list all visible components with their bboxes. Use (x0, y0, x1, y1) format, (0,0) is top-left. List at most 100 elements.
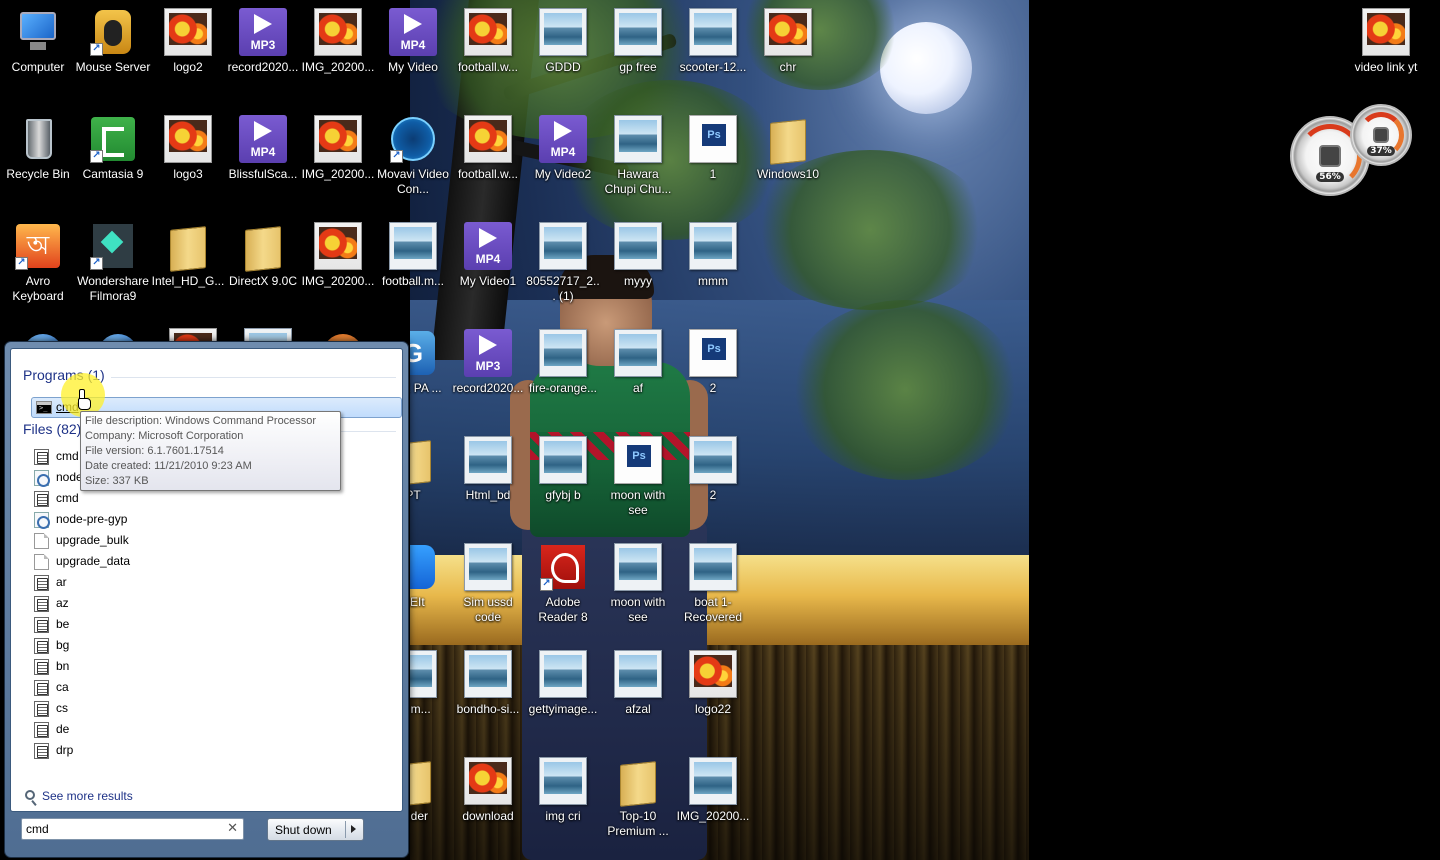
desktop-icon-label: IMG_20200... (301, 274, 375, 288)
file-result-item[interactable]: ca (34, 678, 364, 698)
shut-down-options-arrow-icon[interactable] (351, 825, 356, 833)
desktop-icon[interactable]: gettyimage... (525, 642, 601, 717)
desktop-icon[interactable]: myyy (600, 214, 676, 289)
desktop-icon[interactable]: bondho-si... (450, 642, 526, 717)
desktop-icon[interactable]: football.w... (450, 107, 526, 182)
desktop-icon[interactable]: MP4 BlissfulSca... (225, 107, 301, 182)
config-file-icon (34, 470, 50, 487)
file-result-item[interactable]: bn (34, 657, 364, 677)
file-result-item[interactable]: drp (34, 741, 364, 761)
computer-icon (14, 8, 62, 56)
folder-icon (239, 222, 287, 272)
desktop-icon[interactable]: MP4 My Video1 (450, 214, 526, 289)
desktop-icon-label: mmm (698, 274, 728, 288)
desktop-icon[interactable]: IMG_20200... (300, 0, 376, 75)
desktop-icon[interactable]: Ps 1 (675, 107, 751, 182)
desktop-icon[interactable]: 80552717_2... (1) (525, 214, 601, 304)
desktop-icon-partial[interactable] (5, 320, 81, 342)
desktop-icon[interactable]: MP3 record2020... (225, 0, 301, 75)
desktop-icon[interactable]: Sim ussd code (450, 535, 526, 625)
desktop-icon[interactable]: ↗ Movavi Video Con... (375, 107, 451, 197)
desktop-icon[interactable]: IMG_20200... (675, 749, 751, 824)
file-result-item[interactable]: bg (34, 636, 364, 656)
file-result-item[interactable]: ar (34, 573, 364, 593)
desktop-icon[interactable]: MP4 My Video2 (525, 107, 601, 182)
desktop-icon-partial[interactable] (305, 320, 381, 342)
desktop-icon[interactable]: MP3 record2020... (450, 321, 526, 396)
desktop-icon-label: Recycle Bin (6, 167, 70, 181)
desktop-icon-label: IMG_20200... (301, 60, 375, 74)
desktop-icon-label: chr (779, 60, 797, 74)
shut-down-button[interactable]: Shut down (267, 818, 364, 841)
desktop-icon[interactable]: অ ↗ Avro Keyboard (0, 214, 76, 304)
file-result-item[interactable]: cs (34, 699, 364, 719)
desktop-icon[interactable]: football.w... (450, 0, 526, 75)
desktop-icon-partial[interactable] (155, 320, 231, 342)
see-more-results-link[interactable]: See more results (25, 789, 133, 803)
desktop-icon[interactable]: IMG_20200... (300, 214, 376, 289)
desktop-icon[interactable]: Ps 2 (675, 321, 751, 396)
command-prompt-icon (36, 401, 52, 414)
desktop-icon[interactable]: football.m... (375, 214, 451, 289)
desktop-icon-label: Avro Keyboard (12, 274, 64, 303)
files-header[interactable]: Files (82) (23, 421, 81, 437)
file-result-item[interactable]: az (34, 594, 364, 614)
desktop-icon[interactable]: af (600, 321, 676, 396)
image-file-icon (539, 650, 587, 698)
config-file-icon (34, 512, 50, 529)
desktop-icon[interactable]: Html_bd (450, 428, 526, 503)
desktop-icon[interactable]: Hawara Chupi Chu... (600, 107, 676, 197)
file-result-item[interactable]: be (34, 615, 364, 635)
desktop-icon[interactable]: ↗ Adobe Reader 8 (525, 535, 601, 625)
file-result-item[interactable]: cmd (34, 489, 364, 509)
desktop-icon[interactable]: logo22 (675, 642, 751, 717)
file-result-item[interactable]: node-pre-gyp (34, 510, 364, 530)
desktop-icon[interactable]: ↗ Camtasia 9 (75, 107, 151, 182)
search-input[interactable] (26, 821, 216, 837)
desktop-icon[interactable]: GDDD (525, 0, 601, 75)
desktop-icon[interactable]: ↗ Mouse Server (75, 0, 151, 75)
desktop-icon-partial[interactable] (230, 320, 306, 342)
clear-search-icon[interactable]: ✕ (227, 821, 238, 836)
folder-icon (764, 115, 812, 165)
desktop-icon[interactable]: video link yt (1348, 0, 1424, 75)
desktop-icon[interactable]: download (450, 749, 526, 824)
image-file-icon (164, 8, 212, 56)
desktop-icon-label: boat 1-Recovered (683, 595, 743, 624)
desktop-icon[interactable]: chr (750, 0, 826, 75)
desktop-icon[interactable]: afzal (600, 642, 676, 717)
desktop-icon[interactable]: img cri (525, 749, 601, 824)
start-search-box[interactable]: ✕ (21, 818, 244, 840)
desktop-icon[interactable]: gfybj b (525, 428, 601, 503)
avro-keyboard-icon: অ ↗ (14, 222, 62, 270)
desktop-icon[interactable]: MP4 My Video (375, 0, 451, 75)
desktop-icon[interactable]: fire-orange... (525, 321, 601, 396)
desktop-icon[interactable]: Computer (0, 0, 76, 75)
cpu-percent: 56% (1316, 172, 1344, 182)
cpu-meter-gadget[interactable]: 56% 37% (1290, 104, 1420, 196)
desktop-icon[interactable]: ↗ Wondershare Filmora9 (75, 214, 151, 304)
desktop-icon-label: af (632, 381, 643, 395)
desktop-icon[interactable]: Top-10 Premium ... (600, 749, 676, 839)
desktop-icon[interactable]: Ps moon with see (600, 428, 676, 518)
desktop-icon[interactable]: DirectX 9.0C (225, 214, 301, 289)
desktop-icon[interactable]: logo3 (150, 107, 226, 182)
file-result-item[interactable]: de (34, 720, 364, 740)
desktop-icon-label: IMG_20200... (676, 809, 750, 823)
desktop-icon-partial[interactable] (80, 320, 156, 342)
desktop-icon[interactable]: Windows10 (750, 107, 826, 182)
desktop-icon[interactable]: mmm (675, 214, 751, 289)
file-result-item[interactable]: upgrade_bulk (34, 531, 364, 551)
desktop-icon[interactable]: 2 (675, 428, 751, 503)
desktop-icon[interactable]: Intel_HD_G... (150, 214, 226, 289)
desktop-icon[interactable]: moon with see (600, 535, 676, 625)
file-result-label: drp (56, 743, 74, 757)
desktop-icon[interactable]: Recycle Bin (0, 107, 76, 182)
file-result-item[interactable]: upgrade_data (34, 552, 364, 572)
desktop-icon[interactable]: IMG_20200... (300, 107, 376, 182)
desktop-icon[interactable]: boat 1-Recovered (675, 535, 751, 625)
desktop-icon-label: moon with see (610, 488, 666, 517)
desktop-icon[interactable]: logo2 (150, 0, 226, 75)
desktop-icon[interactable]: scooter-12... (675, 0, 751, 75)
desktop-icon[interactable]: gp free (600, 0, 676, 75)
